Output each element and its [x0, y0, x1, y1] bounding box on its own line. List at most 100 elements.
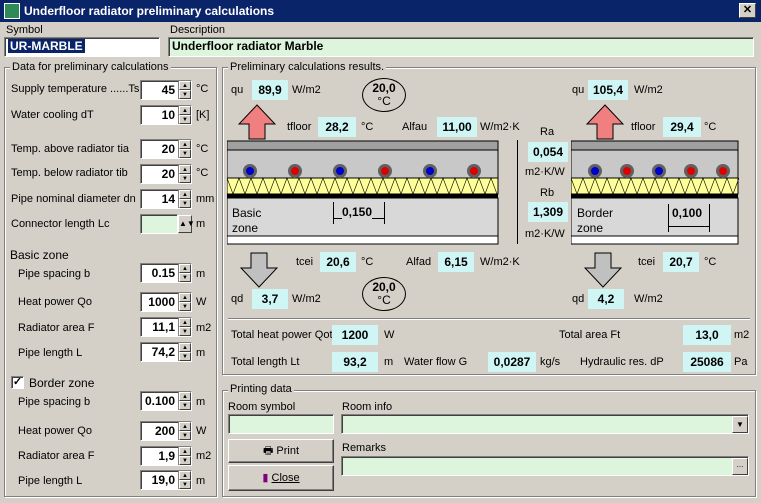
basic-zone-section [227, 140, 499, 245]
room-info-select[interactable] [341, 414, 749, 434]
print-button[interactable]: 🖶 Print [228, 439, 334, 463]
water-cooling-label: Water cooling dT [11, 109, 94, 121]
qu-border-label: qu [572, 84, 585, 96]
spin-down-icon[interactable]: ▼ [179, 149, 191, 158]
chevron-down-icon[interactable]: ▼ [732, 416, 748, 433]
spin-up-icon[interactable]: ▲ [179, 190, 191, 199]
spin-up-icon[interactable]: ▲ [179, 422, 191, 431]
spin-up-icon[interactable]: ▲ [179, 392, 191, 401]
supply-temp-unit: °C [196, 83, 209, 95]
spin-up-icon[interactable]: ▲ [179, 447, 191, 456]
dimension-tick [333, 202, 334, 224]
pipe-hot-icon [378, 164, 392, 178]
dimension-tick [668, 204, 669, 232]
total-heat-unit: W [384, 329, 395, 341]
tcei-basic-label: tcei [296, 256, 314, 268]
spin-down-icon[interactable]: ▼ [179, 302, 191, 311]
spacing-border-value: 0,100 [672, 206, 703, 220]
room-temp-top-circle: 20,0 °C [362, 78, 406, 112]
basic-area-unit: m2 [196, 322, 212, 334]
border-area-spinner[interactable]: 1,9 ▲ ▼ [140, 446, 192, 466]
spin-down-icon[interactable]: ▼ [179, 273, 191, 282]
close-button[interactable]: ▮ Close [228, 465, 334, 491]
description-input[interactable]: Underfloor radiator Marble [168, 37, 754, 57]
spin-down-icon[interactable]: ▼ [179, 174, 191, 183]
connector-label: Connector length Lc [11, 218, 110, 230]
symbol-input[interactable]: UR-MARBLE [4, 37, 160, 57]
spin-down-icon[interactable]: ▼ [179, 90, 191, 99]
spin-up-icon[interactable]: ▲ [179, 81, 191, 90]
temp-above-unit: °C [196, 143, 209, 155]
printer-icon: 🖶 [262, 445, 274, 457]
room-symbol-input[interactable] [228, 414, 334, 434]
hydraulic-value: 25086 [683, 352, 731, 372]
temp-below-spinner[interactable]: 20 ▲ ▼ [140, 164, 192, 184]
spin-icon[interactable]: ▲▼ [178, 215, 195, 233]
spin-up-icon[interactable]: ▲ [179, 264, 191, 273]
spin-down-icon[interactable]: ▼ [179, 327, 191, 336]
spin-down-icon[interactable]: ▼ [179, 199, 191, 208]
alfad-value: 6,15 [438, 252, 474, 272]
ra-unit: m2·K/W [525, 166, 565, 178]
spin-up-icon[interactable]: ▲ [179, 140, 191, 149]
border-zone-checkbox[interactable]: ✓ [11, 376, 24, 389]
window-title: Underfloor radiator preliminary calculat… [24, 4, 275, 18]
water-cooling-spinner[interactable]: 10 ▲ ▼ [140, 105, 192, 125]
spin-up-icon[interactable]: ▲ [179, 165, 191, 174]
border-length-spinner[interactable]: 19,0 ▲ ▼ [140, 470, 192, 490]
basic-length-value: 74,2 [151, 345, 175, 359]
alfad-unit: W/m2·K [480, 256, 520, 268]
spin-down-icon[interactable]: ▼ [179, 115, 191, 124]
basic-heat-spinner[interactable]: 1000 ▲ ▼ [140, 292, 192, 312]
spin-up-icon[interactable]: ▲ [179, 343, 191, 352]
total-area-label: Total area Ft [559, 329, 621, 341]
qu-basic-unit: W/m2 [292, 84, 321, 96]
room-symbol-label: Room symbol [228, 401, 296, 413]
spin-up-icon[interactable]: ▲ [179, 293, 191, 302]
basic-area-label: Radiator area F [18, 322, 95, 334]
browse-button[interactable]: ... [732, 458, 748, 475]
title-bar: Underfloor radiator preliminary calculat… [0, 0, 761, 22]
spin-up-icon[interactable]: ▲ [179, 106, 191, 115]
border-spacing-spinner[interactable]: 0.100 ▲ ▼ [140, 391, 192, 411]
spin-down-icon[interactable]: ▼ [179, 456, 191, 465]
basic-spacing-spinner[interactable]: 0.15 ▲ ▼ [140, 263, 192, 283]
spin-down-icon[interactable]: ▼ [179, 352, 191, 361]
remarks-input[interactable] [341, 456, 749, 476]
printing-panel-title: Printing data [228, 383, 294, 395]
border-section-label-2: zone [577, 221, 604, 235]
supply-temp-spinner[interactable]: 45 ▲ ▼ [140, 80, 192, 100]
close-window-button[interactable]: ✕ [739, 3, 756, 18]
connector-unit: m [196, 218, 206, 230]
spin-down-icon[interactable]: ▼ [179, 480, 191, 489]
tcei-basic-value: 20,6 [320, 252, 356, 272]
spin-up-icon[interactable]: ▲ [179, 471, 191, 480]
spin-down-icon[interactable]: ▼ [179, 401, 191, 410]
border-length-label: Pipe length L [18, 475, 83, 487]
basic-area-spinner[interactable]: 11,1 ▲ ▼ [140, 317, 192, 337]
temp-above-spinner[interactable]: 20 ▲ ▼ [140, 139, 192, 159]
spin-up-icon[interactable]: ▲ [179, 318, 191, 327]
print-label: Print [276, 445, 300, 457]
pipe-dn-label: Pipe nominal diameter dn [11, 193, 136, 205]
pipe-cold-icon [423, 164, 437, 178]
tfloor-basic-value: 28,2 [318, 117, 356, 137]
border-heat-spinner[interactable]: 200 ▲ ▼ [140, 421, 192, 441]
close-label: Close [271, 472, 300, 484]
basic-section-label-2: zone [232, 221, 259, 235]
border-zone-title: Border zone [29, 376, 95, 390]
connector-input[interactable] [140, 214, 178, 234]
pipe-hot-icon [716, 164, 730, 178]
total-length-unit: m [384, 356, 394, 368]
qd-border-unit: W/m2 [634, 293, 663, 305]
tfloor-basic-label: tfloor [287, 121, 312, 133]
basic-length-spinner[interactable]: 74,2 ▲ ▼ [140, 342, 192, 362]
rb-unit: m2·K/W [525, 228, 565, 240]
water-flow-unit: kg/s [540, 356, 561, 368]
alfau-value: 11,00 [437, 117, 477, 137]
results-panel-title: Preliminary calculations results. [228, 61, 387, 73]
spacing-dimension-line [668, 226, 710, 227]
spin-down-icon[interactable]: ▼ [179, 431, 191, 440]
basic-spacing-value: 0.15 [151, 266, 175, 280]
pipe-dn-spinner[interactable]: 14 ▲ ▼ [140, 189, 192, 209]
